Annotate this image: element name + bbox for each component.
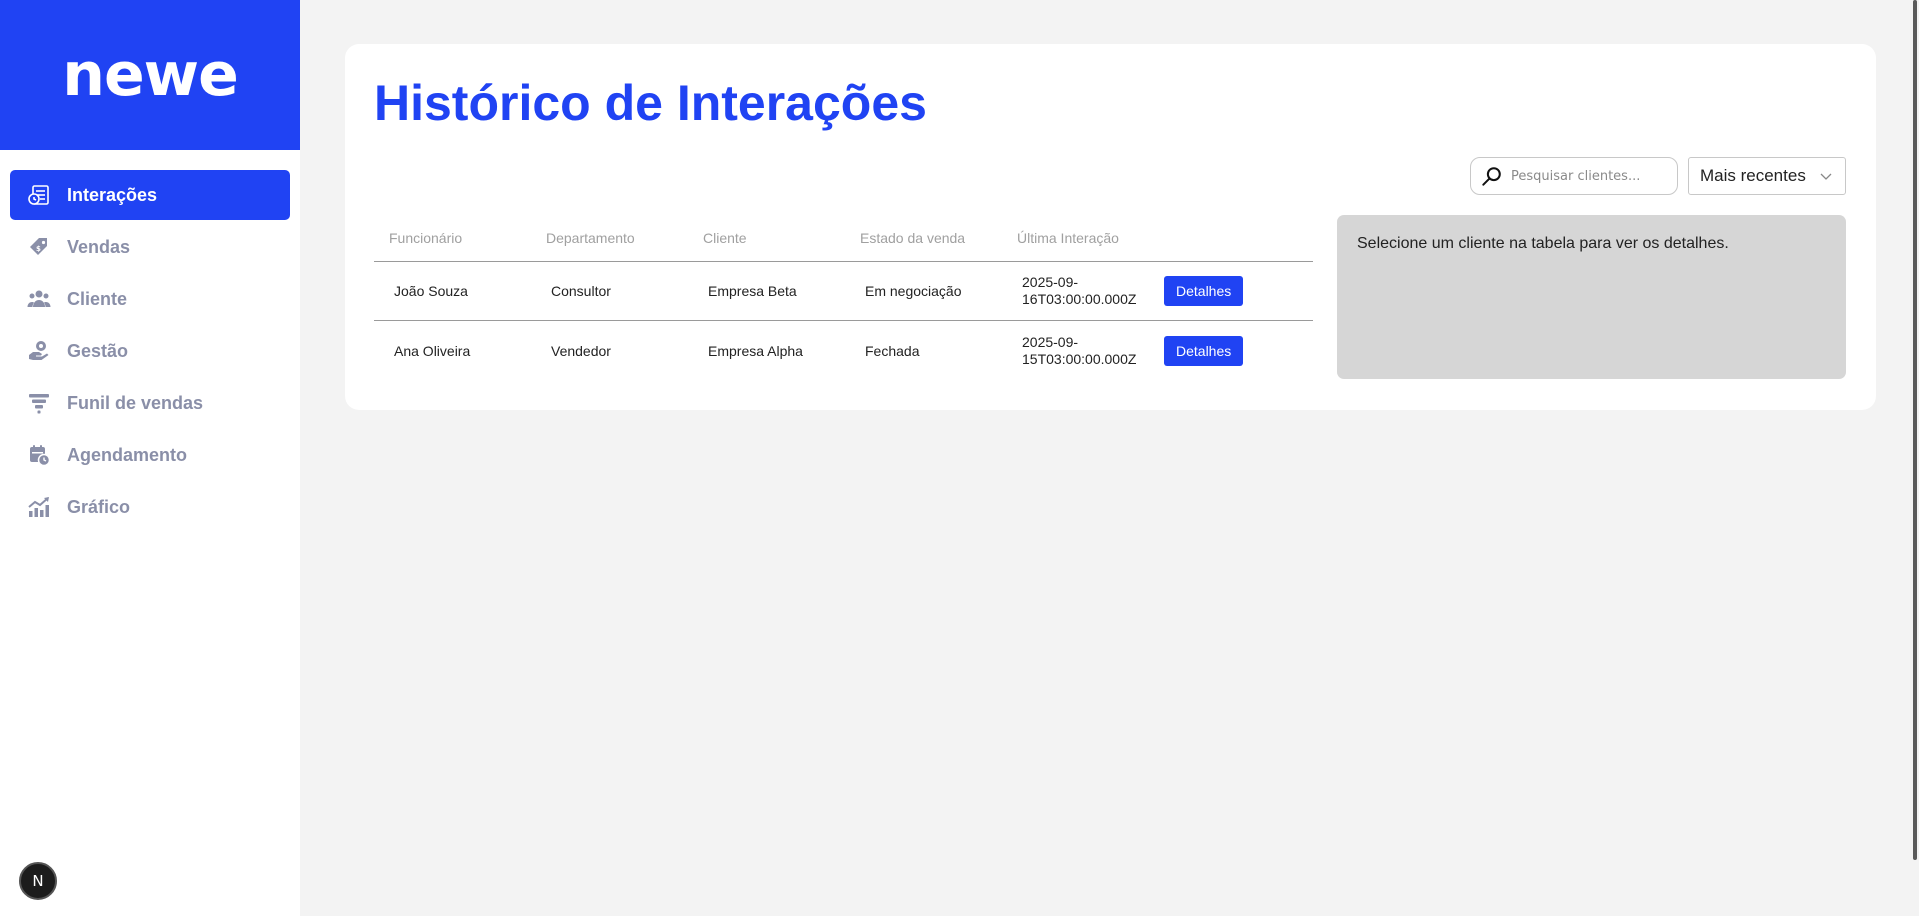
column-header: Cliente xyxy=(703,229,747,246)
sidebar-item-vendas[interactable]: $ Vendas xyxy=(10,222,290,272)
sidebar-item-label: Interações xyxy=(67,184,158,205)
sort-select-value: Mais recentes xyxy=(1700,166,1806,185)
main-card: Histórico de Interações Mais recentes Fu… xyxy=(345,44,1876,410)
management-gear-hand-icon xyxy=(27,339,51,363)
sort-select[interactable]: Mais recentes xyxy=(1688,157,1846,195)
sidebar-item-label: Gestão xyxy=(67,340,129,361)
sidebar-item-gestao[interactable]: Gestão xyxy=(10,326,290,376)
date-part: 2025-09- xyxy=(1022,274,1079,290)
interactions-table: Funcionário Departamento Cliente Estado … xyxy=(374,214,1313,380)
search-input[interactable] xyxy=(1511,168,1671,184)
details-button[interactable]: Detalhes xyxy=(1164,276,1244,306)
sidebar-item-label: Gráfico xyxy=(67,496,131,517)
column-header: Funcionário xyxy=(389,229,463,246)
sidebar-item-cliente[interactable]: Cliente xyxy=(10,274,290,324)
chevron-down-icon xyxy=(1820,173,1832,180)
cell-estado: Em negociação xyxy=(865,283,962,299)
cell-cliente: Empresa Alpha xyxy=(708,342,803,359)
calendar-clock-icon xyxy=(27,443,51,467)
logo-box: newe xyxy=(0,0,300,150)
cell-ultima-interacao: 2025-09- 16T03:00:00.000Z xyxy=(1002,274,1162,308)
table-row[interactable]: João Souza Consultor Empresa Beta Em neg… xyxy=(374,262,1313,321)
scrollbar[interactable] xyxy=(1905,0,1919,916)
time-part: 15T03:00:00.000Z xyxy=(1022,350,1137,367)
column-header: Última Interação xyxy=(1017,229,1119,246)
date-part: 2025-09- xyxy=(1022,333,1079,350)
details-placeholder-text: Selecione um cliente na tabela para ver … xyxy=(1357,235,1729,252)
sales-tag-icon: $ xyxy=(27,235,51,259)
search-icon xyxy=(1481,165,1503,187)
sidebar-item-interacoes[interactable]: Interações xyxy=(10,170,290,220)
logo[interactable]: newe xyxy=(62,40,239,110)
sidebar-item-grafico[interactable]: Gráfico xyxy=(10,482,290,532)
time-part: 16T03:00:00.000Z xyxy=(1022,291,1137,307)
column-header: Departamento xyxy=(546,229,635,246)
page-title: Histórico de Interações xyxy=(374,75,927,131)
sidebar-nav: Interações $ Vendas Cliente Gestão Funil… xyxy=(0,150,300,532)
dev-tools-badge[interactable]: N xyxy=(19,862,57,900)
cell-departamento: Vendedor xyxy=(551,342,611,359)
cell-funcionario: Ana Oliveira xyxy=(394,342,471,359)
cell-funcionario: João Souza xyxy=(394,283,468,299)
table-row[interactable]: Ana Oliveira Vendedor Empresa Alpha Fech… xyxy=(374,321,1313,380)
svg-text:$: $ xyxy=(36,245,41,253)
table-header: Funcionário Departamento Cliente Estado … xyxy=(374,214,1313,262)
cell-cliente: Empresa Beta xyxy=(708,283,797,299)
sidebar-item-label: Agendamento xyxy=(67,444,188,465)
cell-actions: Detalhes xyxy=(1162,335,1313,366)
search-box[interactable] xyxy=(1470,157,1678,195)
details-button[interactable]: Detalhes xyxy=(1164,335,1244,366)
client-details-panel: Selecione um cliente na tabela para ver … xyxy=(1337,215,1846,379)
sidebar-item-label: Cliente xyxy=(67,288,128,309)
sidebar-item-agendamento[interactable]: Agendamento xyxy=(10,430,290,480)
column-header: Estado da venda xyxy=(860,229,966,246)
sidebar-item-label: Vendas xyxy=(67,236,131,257)
cell-ultima-interacao: 2025-09- 15T03:00:00.000Z xyxy=(1002,334,1162,368)
interactions-icon xyxy=(27,183,51,207)
clients-group-icon xyxy=(27,287,51,311)
sidebar-item-label: Funil de vendas xyxy=(67,392,204,413)
scrollbar-thumb[interactable] xyxy=(1913,0,1917,860)
funnel-icon xyxy=(27,391,51,415)
cell-estado: Fechada xyxy=(865,342,920,359)
chart-icon xyxy=(27,495,51,519)
sidebar: newe Interações $ Vendas Cliente Gestão xyxy=(0,0,300,916)
sidebar-item-funil[interactable]: Funil de vendas xyxy=(10,378,290,428)
cell-actions: Detalhes xyxy=(1162,276,1313,306)
cell-departamento: Consultor xyxy=(551,283,611,299)
